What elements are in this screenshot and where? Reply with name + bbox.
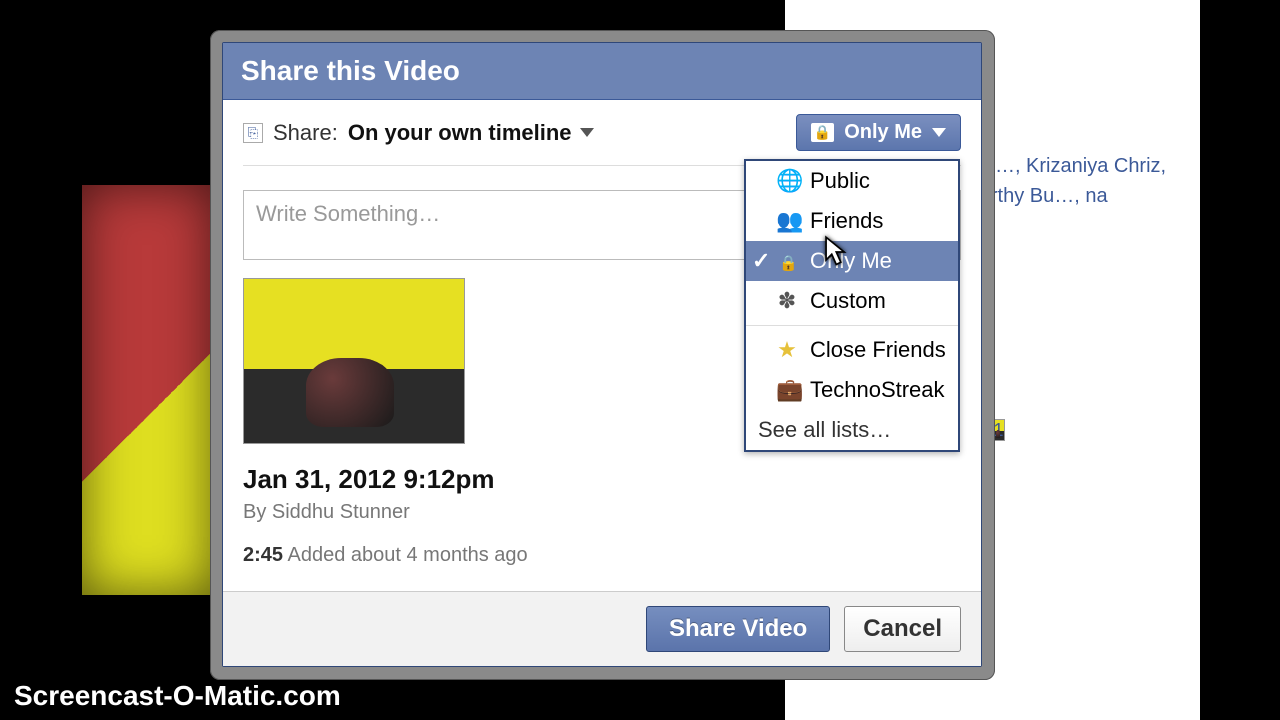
share-video-button[interactable]: Share Video [646,606,830,652]
dialog-title: Share this Video [223,43,981,100]
privacy-list-technostreak[interactable]: 💼 TechnoStreak [746,370,958,410]
video-meta: 2:45 Added about 4 months ago [243,544,961,567]
lock-icon: 🔒 [811,123,834,142]
dialog-body: ⎘ Share: On your own timeline 🔒 Only Me … [223,100,981,591]
video-duration: 2:45 [243,544,283,566]
watermark-text: Screencast-O-Matic.com [14,680,341,712]
share-label: Share: [273,120,338,146]
chevron-down-icon [932,128,946,137]
privacy-option-only-me[interactable]: 🔒 Only Me [746,241,958,281]
globe-icon: 🌐 [776,168,798,194]
share-target-dropdown[interactable]: On your own timeline [348,120,594,146]
privacy-option-label: Custom [810,288,886,314]
privacy-option-label: Public [810,168,870,194]
privacy-selector-label: Only Me [844,121,922,144]
privacy-option-label: Friends [810,208,883,234]
video-author: By Siddhu Stunner [243,501,961,524]
friends-icon: 👥 [776,208,798,234]
dropdown-separator [746,325,958,326]
privacy-option-public[interactable]: 🌐 Public [746,161,958,201]
chevron-down-icon [580,128,594,137]
share-dialog: Share this Video ⎘ Share: On your own ti… [222,42,982,667]
video-thumbnail[interactable] [243,278,465,444]
privacy-option-label: Only Me [810,248,892,274]
cancel-button[interactable]: Cancel [844,606,961,652]
see-all-lists-link[interactable]: See all lists… [746,410,958,450]
lock-icon: 🔒 [776,248,798,274]
star-icon: ★ [776,337,798,363]
gear-icon: ✽ [776,288,798,314]
video-added-text: Added about 4 months ago [287,544,527,566]
dialog-footer: Share Video Cancel [223,591,981,666]
briefcase-icon: 💼 [776,377,798,403]
background-photo-crop [82,185,212,595]
privacy-list-label: Close Friends [810,337,946,363]
privacy-option-friends[interactable]: 👥 Friends [746,201,958,241]
privacy-list-close-friends[interactable]: ★ Close Friends [746,330,958,370]
privacy-option-custom[interactable]: ✽ Custom [746,281,958,321]
privacy-dropdown[interactable]: 🌐 Public 👥 Friends 🔒 Only Me ✽ Custom ★ … [744,159,960,452]
privacy-list-label: TechnoStreak [810,377,945,403]
video-title[interactable]: Jan 31, 2012 9:12pm [243,464,961,495]
share-icon: ⎘ [243,123,263,143]
privacy-selector-button[interactable]: 🔒 Only Me [796,114,961,151]
